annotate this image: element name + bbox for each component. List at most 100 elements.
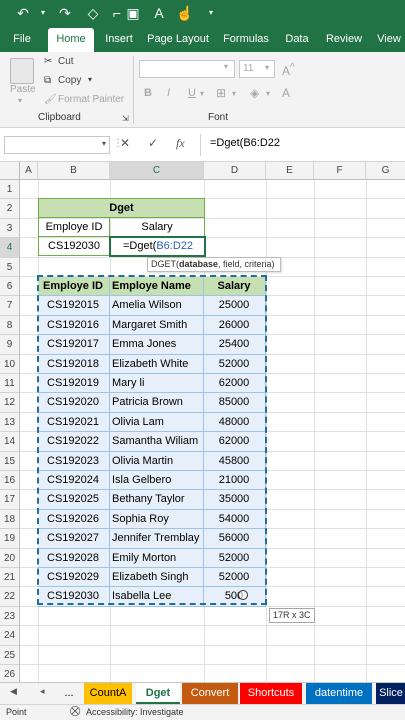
row-header[interactable]: 25 <box>0 645 20 665</box>
paste-dropdown-icon[interactable]: ▾ <box>18 96 22 105</box>
save-icon[interactable]: ▣ <box>124 3 142 23</box>
table-cell[interactable]: 45800 <box>204 451 266 471</box>
undo-dropdown-icon[interactable]: ▾ <box>34 3 52 23</box>
table-cell[interactable]: Margaret Smith <box>110 315 204 336</box>
row-header[interactable]: 23 <box>0 606 20 627</box>
table-cell[interactable]: CS192017 <box>38 335 110 355</box>
table-cell[interactable]: 52000 <box>204 568 266 588</box>
table-cell[interactable]: CS192019 <box>38 374 110 394</box>
table-cell[interactable]: Amelia Wilson <box>110 296 204 316</box>
row-header[interactable]: 6 <box>0 277 20 297</box>
font-size-box[interactable]: 11 ▾ <box>239 60 275 78</box>
row-header[interactable]: 20 <box>0 548 20 568</box>
table-cell[interactable]: 62000 <box>204 432 266 452</box>
row-header[interactable]: 8 <box>0 315 20 336</box>
column-header-d[interactable]: D <box>204 162 266 180</box>
table-cell[interactable]: Mary li <box>110 374 204 394</box>
table-cell[interactable]: CS192023 <box>38 451 110 471</box>
table-cell[interactable]: CS192027 <box>38 529 110 549</box>
table-cell[interactable]: 52000 <box>204 548 266 568</box>
sheet-tab[interactable]: Slice <box>376 683 405 704</box>
tab-review[interactable]: Review <box>322 26 366 52</box>
borders-icon[interactable]: ⊞ <box>216 86 226 100</box>
criteria-id-cell[interactable]: CS192030 <box>38 237 110 256</box>
confirm-entry-button[interactable]: ✓ <box>148 136 158 150</box>
table-cell[interactable]: 52000 <box>204 354 266 374</box>
fill-color-dropdown-icon[interactable]: ▾ <box>266 89 270 98</box>
row-header[interactable]: 15 <box>0 451 20 471</box>
table-cell[interactable]: 21000 <box>204 471 266 491</box>
borders-dropdown-icon[interactable]: ▾ <box>232 89 236 98</box>
sheet-tab[interactable]: Dget <box>136 683 180 704</box>
table-cell[interactable]: 25400 <box>204 335 266 355</box>
table-cell[interactable]: 85000 <box>204 393 266 413</box>
name-box-dropdown-icon[interactable]: ▾ <box>102 139 106 148</box>
criteria-header-salary-cell[interactable]: Salary <box>110 218 205 237</box>
qat-more-icon[interactable]: ▾ <box>202 3 220 23</box>
table-header-cell[interactable]: Employe ID <box>38 277 110 297</box>
table-cell[interactable]: CS192025 <box>38 490 110 510</box>
row-header[interactable]: 3 <box>0 218 20 239</box>
row-header[interactable]: 22 <box>0 587 20 607</box>
tab-page-layout[interactable]: Page Layout <box>146 26 210 52</box>
column-header-c[interactable]: C <box>110 162 204 180</box>
table-cell[interactable]: CS192024 <box>38 471 110 491</box>
table-cell[interactable]: 26000 <box>204 315 266 336</box>
undo-icon[interactable]: ↶ <box>14 3 32 23</box>
column-header-g[interactable]: G <box>366 162 405 180</box>
criteria-header-id-cell[interactable]: Employe ID <box>38 218 110 237</box>
column-header-a[interactable]: A <box>20 162 38 180</box>
table-cell[interactable]: Emily Morton <box>110 548 204 568</box>
italic-button[interactable]: I <box>167 87 170 99</box>
table-cell[interactable]: Jennifer Tremblay <box>110 529 204 549</box>
paste-button[interactable]: Paste <box>10 84 36 95</box>
sheet-tab[interactable]: ... <box>58 683 80 704</box>
column-header-b[interactable]: B <box>38 162 110 180</box>
tab-file[interactable]: File <box>4 26 40 52</box>
copy-button[interactable]: Copy <box>58 75 81 86</box>
table-cell[interactable]: CS192028 <box>38 548 110 568</box>
sheet-tab[interactable]: CountA <box>84 683 132 704</box>
table-header-cell[interactable]: Salary <box>204 277 266 297</box>
underline-button[interactable]: U <box>188 87 196 99</box>
table-cell[interactable]: 48000 <box>204 412 266 433</box>
fill-color-icon[interactable]: ◈ <box>250 86 259 100</box>
function-tooltip[interactable]: DGET(database, field, criteria) <box>147 257 281 272</box>
table-cell[interactable]: CS192016 <box>38 315 110 336</box>
criteria-title-cell[interactable]: Dget <box>38 198 205 218</box>
underline-dropdown-icon[interactable]: ▾ <box>200 89 204 98</box>
row-header[interactable]: 24 <box>0 626 20 646</box>
prev-sheet-icon[interactable]: ◂ <box>40 686 45 697</box>
font-color-icon[interactable]: A <box>282 86 290 100</box>
table-cell[interactable]: CS192018 <box>38 354 110 374</box>
row-header[interactable]: 5 <box>0 257 20 277</box>
row-header[interactable]: 12 <box>0 393 20 413</box>
grow-font-icon[interactable]: A^ <box>282 62 295 78</box>
table-cell[interactable]: 25000 <box>204 296 266 316</box>
table-cell[interactable]: 62000 <box>204 374 266 394</box>
font-name-dropdown-icon[interactable]: ▾ <box>224 62 228 71</box>
table-cell[interactable]: CS192015 <box>38 296 110 316</box>
row-header[interactable]: 11 <box>0 374 20 394</box>
insert-function-button[interactable]: fx <box>176 136 185 151</box>
row-header[interactable]: 19 <box>0 529 20 549</box>
row-header[interactable]: 21 <box>0 568 20 588</box>
table-cell[interactable]: Bethany Taylor <box>110 490 204 510</box>
touch-mode-icon[interactable]: ☝ <box>176 3 194 23</box>
formula-input[interactable]: =Dget(B6:D22 <box>210 137 280 149</box>
row-header[interactable]: 9 <box>0 335 20 355</box>
table-cell[interactable]: Elizabeth White <box>110 354 204 374</box>
accessibility-status[interactable]: Accessibility: Investigate <box>86 707 184 717</box>
table-cell[interactable]: CS192022 <box>38 432 110 452</box>
row-header[interactable]: 16 <box>0 471 20 491</box>
select-all-corner[interactable] <box>0 162 20 180</box>
row-header[interactable]: 13 <box>0 412 20 433</box>
font-size-dropdown-icon[interactable]: ▾ <box>265 63 269 72</box>
table-cell[interactable]: 54000 <box>204 509 266 530</box>
tab-insert[interactable]: Insert <box>100 26 138 52</box>
table-cell[interactable]: Emma Jones <box>110 335 204 355</box>
name-box[interactable]: ▾ <box>4 136 110 154</box>
table-cell[interactable]: CS192020 <box>38 393 110 413</box>
row-header[interactable]: 2 <box>0 199 20 219</box>
column-header-f[interactable]: F <box>314 162 366 180</box>
